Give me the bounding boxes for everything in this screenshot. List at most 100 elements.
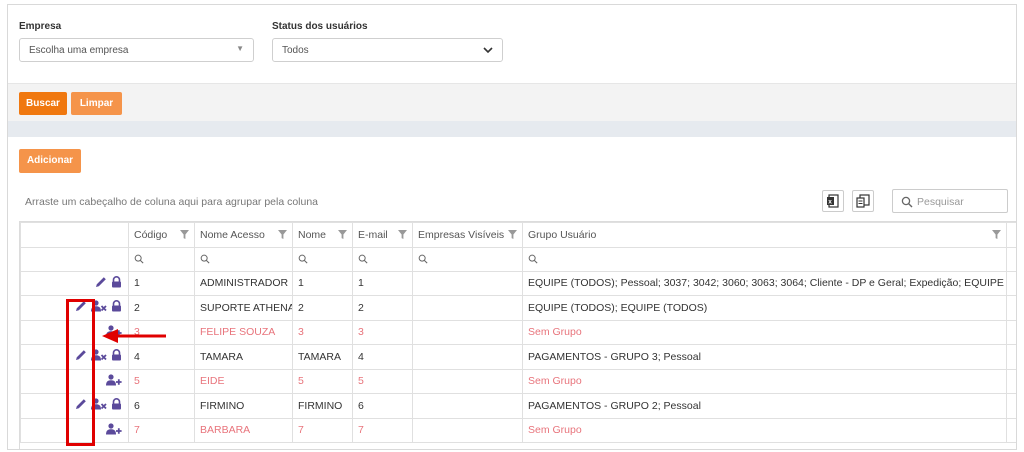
filter-row: [20, 246, 1016, 272]
filter-funnel-icon[interactable]: [338, 230, 347, 239]
cell-empresas: [412, 417, 523, 443]
actions-bar: Buscar Limpar: [8, 83, 1016, 121]
cell-nome-acesso: FELIPE SOUZA: [194, 319, 293, 345]
status-select[interactable]: Todos: [272, 38, 503, 62]
cell-nome-acesso: SUPORTE ATHENAS: [194, 295, 293, 321]
empresa-label: Empresa: [19, 21, 62, 32]
cell-email: 6: [352, 393, 413, 419]
filter-funnel-icon[interactable]: [278, 230, 287, 239]
lock-icon[interactable]: [111, 398, 122, 413]
excel-icon: x: [827, 194, 839, 208]
lock-icon[interactable]: [111, 349, 122, 364]
cell-empresas: [412, 344, 523, 370]
header-row: Código Nome Acesso Nome E-mail Empresas …: [20, 222, 1016, 248]
cell-nome: 3: [292, 319, 353, 345]
table-row[interactable]: 1 ADMINISTRADOR 1 1 EQUIPE (TODOS); Pessoal;…: [20, 270, 1016, 296]
status-value: Todos: [282, 45, 309, 56]
table-row[interactable]: 2 SUPORTE ATHENAS 2 2 EQUIPE (TODOS); EQUIPE…: [20, 295, 1016, 321]
grid-search-input[interactable]: Pesquisar: [892, 189, 1008, 213]
cell-email: 7: [352, 417, 413, 443]
filter-cell: [20, 246, 129, 272]
cell-empresas: [412, 368, 523, 394]
table-row[interactable]: 4 TAMARA TAMARA 4 PAGAMENTOS - GRUPO 3; Pess…: [20, 344, 1016, 370]
cell-overflow: [1006, 270, 1016, 296]
cell-email: 5: [352, 368, 413, 394]
column-header-grupo[interactable]: Grupo Usuário: [522, 222, 1007, 248]
limpar-button[interactable]: Limpar: [71, 92, 122, 115]
filter-cell[interactable]: [292, 246, 353, 272]
cell-codigo: 4: [128, 344, 195, 370]
cell-grupo: PAGAMENTOS - GRUPO 2; Pessoal: [522, 393, 1007, 419]
cell-codigo: 7: [128, 417, 195, 443]
cell-overflow: [1006, 417, 1016, 443]
table-row[interactable]: 7 BARBARA 7 7 Sem Grupo: [20, 417, 1016, 443]
buscar-button[interactable]: Buscar: [19, 92, 67, 115]
cell-grupo: Sem Grupo: [522, 368, 1007, 394]
column-header-email[interactable]: E-mail: [352, 222, 413, 248]
actions-column-header: [20, 222, 129, 248]
pencil-icon[interactable]: [95, 276, 107, 291]
column-header-nome-acesso[interactable]: Nome Acesso: [194, 222, 293, 248]
column-chooser-button[interactable]: [852, 190, 874, 212]
search-icon: [901, 196, 913, 208]
cell-overflow: [1006, 295, 1016, 321]
svg-text:x: x: [828, 199, 832, 206]
cell-nome: FIRMINO: [292, 393, 353, 419]
annotation-highlight-box: [66, 299, 95, 446]
column-header-empresas[interactable]: Empresas Visíveis: [412, 222, 523, 248]
filter-cell[interactable]: [352, 246, 413, 272]
cell-overflow: [1006, 319, 1016, 345]
column-header-nome[interactable]: Nome: [292, 222, 353, 248]
lock-icon[interactable]: [111, 275, 122, 291]
filter-cell[interactable]: [412, 246, 523, 272]
column-header-label: Nome Acesso: [200, 228, 265, 241]
users-grid: Código Nome Acesso Nome E-mail Empresas …: [19, 221, 1016, 449]
user-add-icon[interactable]: [106, 423, 122, 438]
cell-email: 1: [352, 270, 413, 296]
table-row[interactable]: 3 FELIPE SOUZA 3 3 Sem Grupo: [20, 319, 1016, 345]
filter-cell[interactable]: [128, 246, 195, 272]
column-header-label: E-mail: [358, 228, 388, 241]
column-chooser-icon: [856, 194, 870, 208]
cell-grupo: PAGAMENTOS - GRUPO 3; Pessoal: [522, 344, 1007, 370]
lock-icon[interactable]: [111, 300, 122, 315]
column-header-label: Nome: [298, 228, 327, 241]
dropdown-caret-icon: ▼: [236, 44, 244, 53]
column-header-label: Empresas Visíveis: [418, 228, 505, 241]
filter-cell: [1006, 246, 1016, 272]
filter-cell[interactable]: [194, 246, 293, 272]
search-icon: [298, 254, 308, 264]
cell-overflow: [1006, 344, 1016, 370]
column-header-codigo[interactable]: Código: [128, 222, 195, 248]
cell-empresas: [412, 270, 523, 296]
cell-codigo: 6: [128, 393, 195, 419]
cell-email: 3: [352, 319, 413, 345]
search-icon: [358, 254, 368, 264]
column-header-label: Grupo Usuário: [528, 228, 597, 241]
filter-funnel-icon[interactable]: [992, 230, 1001, 239]
filter-funnel-icon[interactable]: [180, 230, 189, 239]
filter-cell[interactable]: [522, 246, 1007, 272]
cell-nome-acesso: TAMARA: [194, 344, 293, 370]
table-row[interactable]: 5 EIDE 5 5 Sem Grupo: [20, 368, 1016, 394]
cell-grupo: EQUIPE (TODOS); Pessoal; 3037; 3042; 306…: [522, 270, 1007, 296]
cell-nome-acesso: FIRMINO: [194, 393, 293, 419]
cell-nome-acesso: ADMINISTRADOR: [194, 270, 293, 296]
cell-codigo: 2: [128, 295, 195, 321]
table-row[interactable]: 6 FIRMINO FIRMINO 6 PAGAMENTOS - GRUPO 2; Pe…: [20, 393, 1016, 419]
cell-codigo: 5: [128, 368, 195, 394]
cell-nome-acesso: BARBARA: [194, 417, 293, 443]
user-add-icon[interactable]: [106, 374, 122, 389]
cell-email: 4: [352, 344, 413, 370]
adicionar-button[interactable]: Adicionar: [19, 149, 81, 173]
section-divider: [8, 121, 1016, 137]
annotation-arrow-icon: [102, 329, 166, 343]
export-excel-button[interactable]: x: [822, 190, 844, 212]
row-actions-cell: [20, 270, 129, 296]
filter-funnel-icon[interactable]: [398, 230, 407, 239]
cell-empresas: [412, 319, 523, 345]
empresa-select[interactable]: Escolha uma empresa ▼: [19, 38, 254, 62]
filter-funnel-icon[interactable]: [508, 230, 517, 239]
status-label: Status dos usuários: [272, 21, 368, 32]
group-panel-hint: Arraste um cabeçalho de coluna aqui para…: [25, 196, 319, 208]
